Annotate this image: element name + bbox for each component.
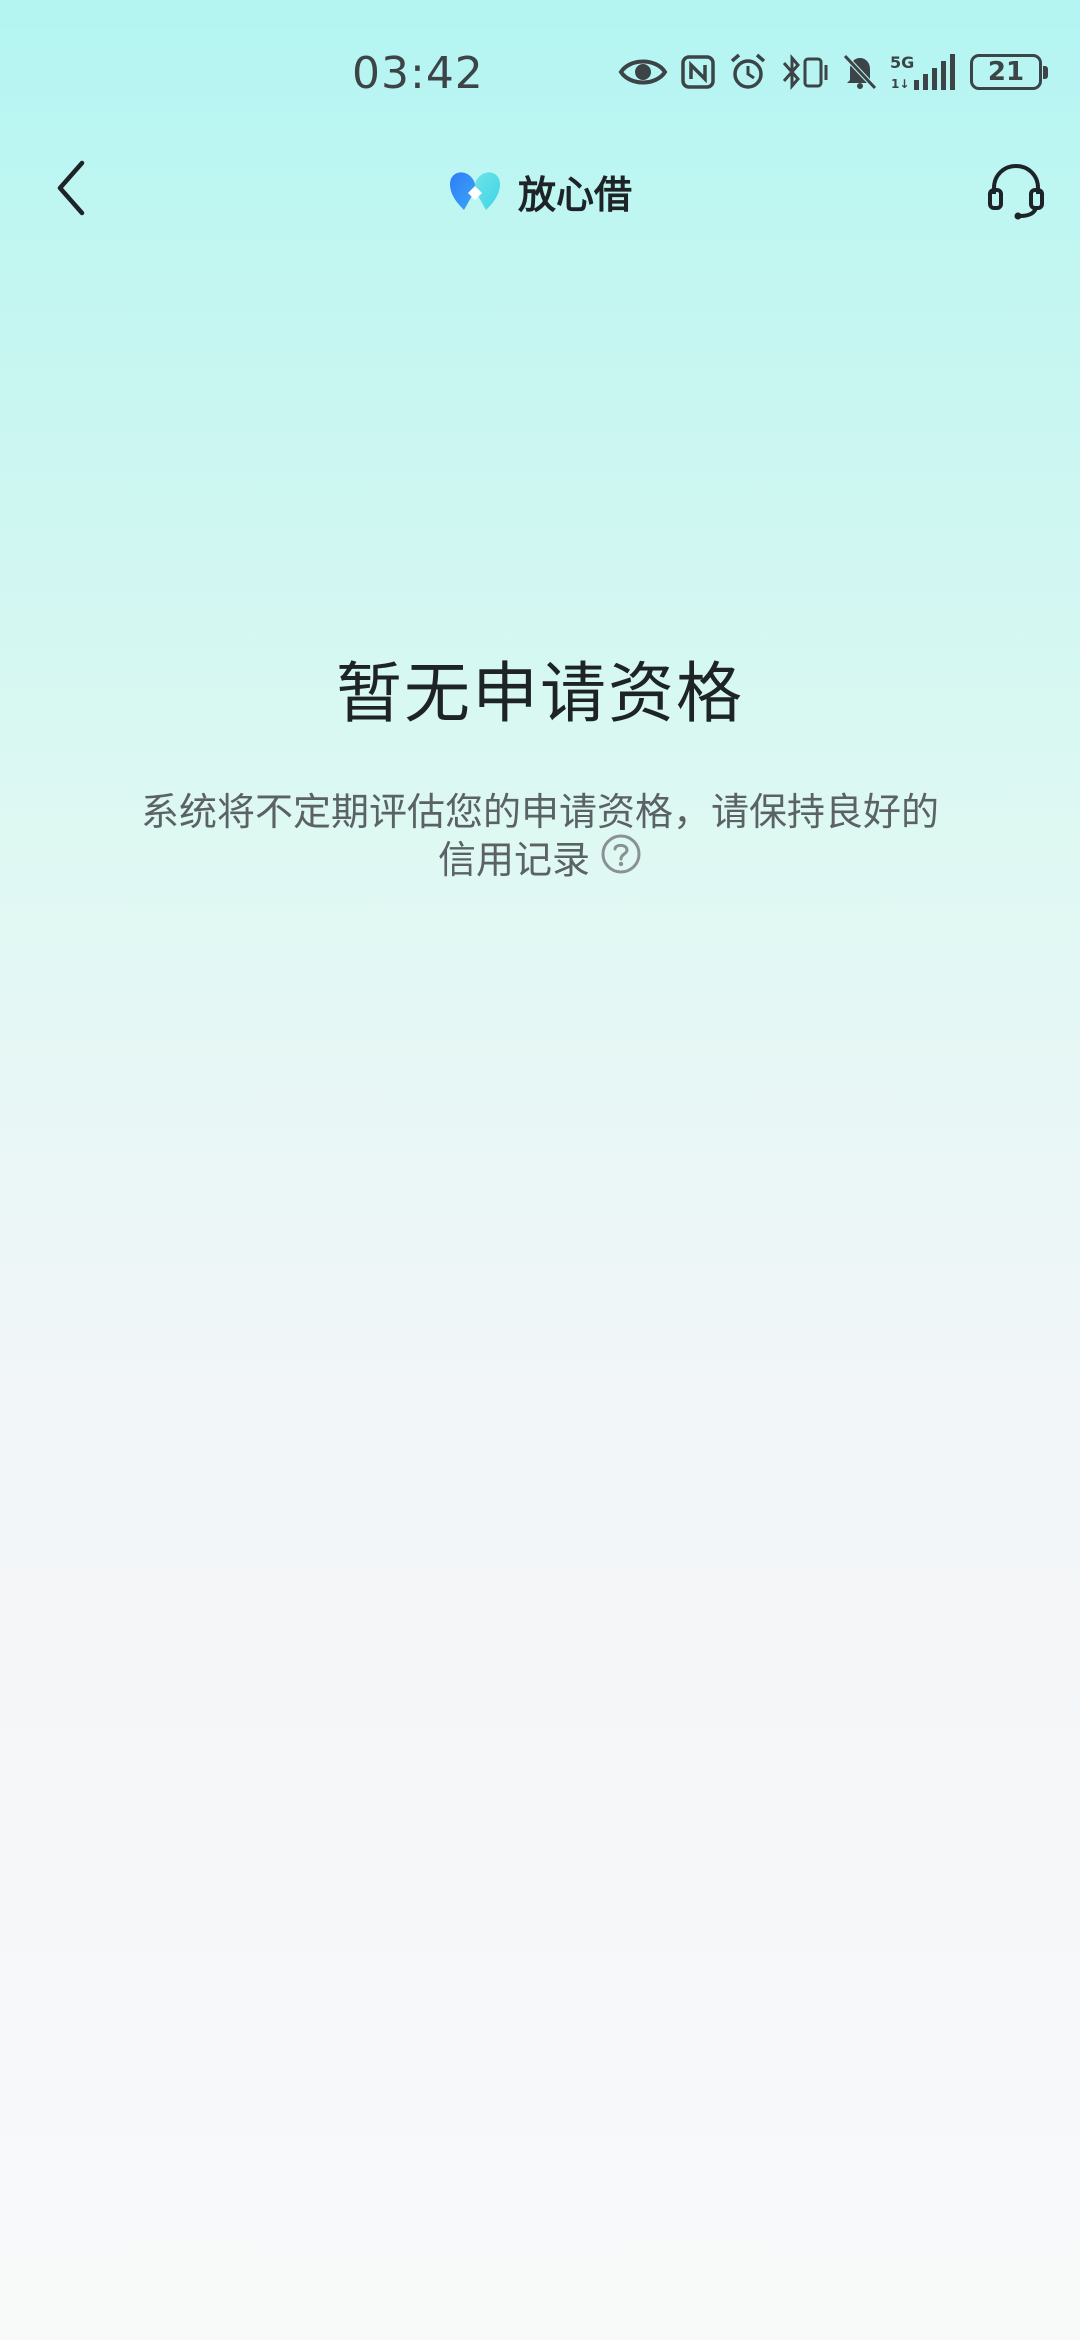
status-time: 03:42 (352, 48, 484, 99)
customer-service-button[interactable] (978, 154, 1054, 230)
headset-icon (986, 160, 1046, 224)
nfc-icon (680, 54, 716, 90)
svg-text:5G: 5G (890, 53, 914, 72)
empty-state-description-text: 系统将不定期评估您的申请资格，请保持良好的信用记录 (140, 790, 939, 882)
nav-bar: 放心借 (0, 150, 1080, 230)
bluetooth-vibrate-icon (780, 53, 830, 91)
svg-text:1↓: 1↓ (891, 77, 909, 91)
empty-state: 暂无申请资格 系统将不定期评估您的申请资格，请保持良好的信用记录 (0, 640, 1080, 886)
back-button[interactable] (36, 154, 108, 226)
eye-comfort-icon (618, 55, 668, 89)
chevron-left-icon (52, 158, 92, 222)
battery-icon: 21 (970, 54, 1048, 90)
signal-5g-icon: 5G 1↓ (890, 52, 958, 92)
empty-state-title: 暂无申请资格 (336, 655, 744, 732)
brand-logo-icon (446, 166, 504, 218)
alarm-icon (728, 53, 768, 91)
battery-level: 21 (987, 57, 1025, 87)
brand-name: 放心借 (518, 173, 633, 217)
empty-state-description: 系统将不定期评估您的申请资格，请保持良好的信用记录 (140, 788, 940, 886)
brand: 放心借 (446, 164, 632, 219)
mute-icon (842, 53, 878, 91)
question-circle-icon[interactable] (600, 833, 642, 886)
status-bar: 03:42 5G 1↓ 21 (0, 0, 1080, 150)
status-icons: 5G 1↓ 21 (618, 52, 1048, 92)
